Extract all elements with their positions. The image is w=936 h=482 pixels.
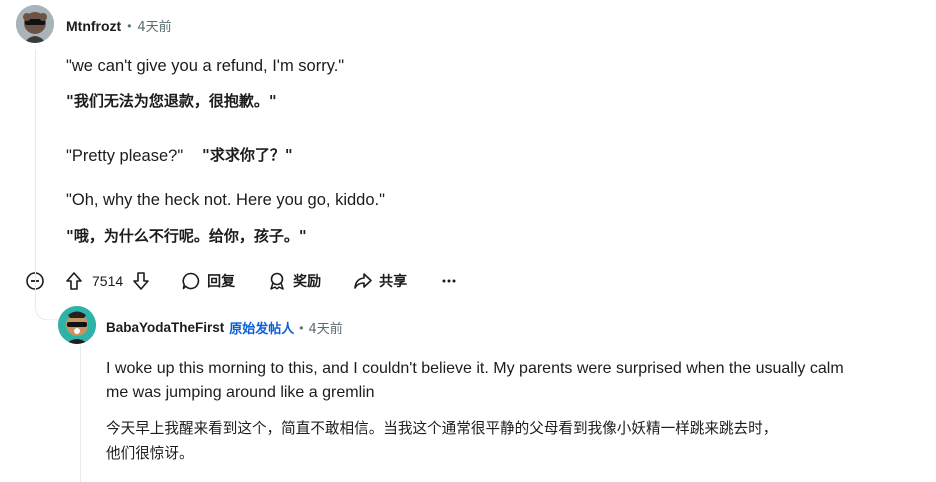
separator-dot: • bbox=[127, 18, 132, 33]
vote-score: 7514 bbox=[92, 273, 124, 289]
comment-line: "我们无法为您退款，很抱歉。" bbox=[66, 92, 277, 110]
comment-line: "Oh, why the heck not. Here you go, kidd… bbox=[66, 191, 385, 209]
comment-line: "求求你了？" bbox=[202, 146, 293, 164]
share-label: 共享 bbox=[379, 274, 408, 290]
separator-dot: • bbox=[299, 320, 304, 335]
ellipsis-icon bbox=[439, 271, 459, 291]
share-button[interactable]: 共享 bbox=[353, 271, 407, 291]
thread-line[interactable] bbox=[35, 50, 36, 270]
award-label: 奖励 bbox=[293, 274, 322, 290]
share-arrow-icon bbox=[353, 271, 373, 291]
more-options-button[interactable] bbox=[439, 271, 459, 291]
comment-line: "哦，为什么不行呢。给你，孩子。" bbox=[66, 227, 307, 245]
reply-body-line: 他们很惊讶。 bbox=[106, 445, 194, 462]
comment-line: "we can't give you a refund, I'm sorry." bbox=[66, 57, 345, 75]
comment-author[interactable]: Mtnfrozt bbox=[66, 18, 121, 34]
reply-author[interactable]: BabaYodaTheFirst bbox=[106, 320, 224, 335]
reply-body-line: 今天早上我醒来看到这个，简直不敢相信。当我这个通常很平静的父母看到我像小妖精一样… bbox=[106, 420, 778, 437]
avatar[interactable] bbox=[16, 5, 54, 43]
reply-label: 回复 bbox=[207, 274, 236, 290]
downvote-button[interactable] bbox=[131, 271, 151, 291]
vote-group: 7514 bbox=[64, 271, 151, 291]
reply-button[interactable]: 回复 bbox=[181, 271, 235, 291]
award-icon bbox=[267, 271, 287, 291]
reply-body-line: me was jumping around like a gremlin bbox=[106, 384, 375, 401]
avatar[interactable] bbox=[58, 306, 96, 344]
snoo-avatar-icon bbox=[58, 306, 96, 344]
award-button[interactable]: 奖励 bbox=[267, 271, 321, 291]
reply-body-line: I woke up this morning to this, and I co… bbox=[106, 360, 844, 377]
arrow-down-icon bbox=[133, 272, 149, 290]
comment-bubble-icon bbox=[181, 271, 201, 291]
comment-line: "Pretty please?" bbox=[66, 147, 184, 165]
snoo-avatar-icon bbox=[16, 5, 54, 43]
comment-time[interactable]: 4天前 bbox=[137, 16, 171, 35]
op-badge: 原始发帖人 bbox=[229, 322, 295, 337]
reply-thread-line[interactable] bbox=[80, 345, 81, 482]
reply-time[interactable]: 4天前 bbox=[309, 318, 343, 337]
